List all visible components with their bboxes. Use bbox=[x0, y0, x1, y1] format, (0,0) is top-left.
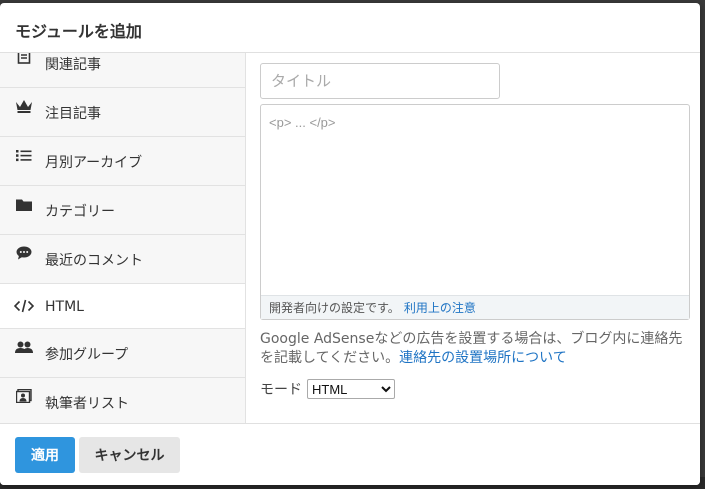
module-form: <p> ... </p> 開発者向けの設定です。 利用上の注意 Google A… bbox=[246, 53, 700, 423]
sidebar-item-featured-articles[interactable]: 注目記事 bbox=[0, 88, 245, 137]
sidebar-item-monthly-archive[interactable]: 月別アーカイブ bbox=[0, 137, 245, 186]
dialog-footer: 適用 キャンセル bbox=[0, 423, 700, 485]
author-list-icon bbox=[14, 386, 34, 406]
editor-footer: 開発者向けの設定です。 利用上の注意 bbox=[261, 295, 689, 319]
list-icon bbox=[14, 145, 34, 165]
code-icon bbox=[14, 296, 34, 316]
dialog-header: モジュールを追加 bbox=[0, 3, 700, 53]
sidebar-item-label: 関連記事 bbox=[45, 57, 101, 73]
folder-icon bbox=[14, 194, 34, 214]
contact-location-link[interactable]: 連絡先の設置場所について bbox=[399, 350, 567, 366]
sidebar-item-label: 最近のコメント bbox=[45, 253, 143, 269]
sidebar-item-label: 月別アーカイブ bbox=[45, 155, 143, 171]
crown-icon bbox=[14, 96, 34, 116]
users-icon bbox=[14, 337, 34, 357]
sidebar-item-recent-comments[interactable]: 最近のコメント bbox=[0, 235, 245, 284]
sidebar-item-label: 注目記事 bbox=[45, 106, 101, 122]
mode-row: モード HTML bbox=[260, 379, 690, 399]
apply-button[interactable]: 適用 bbox=[15, 436, 75, 473]
html-editor[interactable]: <p> ... </p> 開発者向けの設定です。 利用上の注意 bbox=[260, 104, 690, 320]
mode-select[interactable]: HTML bbox=[307, 379, 395, 399]
sidebar-item-label: カテゴリー bbox=[45, 204, 115, 220]
sidebar-item-label: 参加グループ bbox=[45, 347, 129, 363]
sidebar-item-label: HTML bbox=[45, 299, 84, 315]
sidebar-item-label: 執筆者リスト bbox=[45, 396, 129, 412]
comment-icon bbox=[14, 243, 34, 263]
module-list: 関連記事 注目記事 月別アーカイブ カテゴリー 最近のコメント HTML 参加グ… bbox=[0, 53, 245, 423]
sidebar-item-categories[interactable]: カテゴリー bbox=[0, 186, 245, 235]
cancel-button[interactable]: キャンセル bbox=[79, 436, 180, 473]
sidebar-item-author-list[interactable]: 執筆者リスト bbox=[0, 378, 245, 423]
editor-placeholder: <p> ... </p> bbox=[269, 115, 336, 130]
sidebar-item-related-articles[interactable]: 関連記事 bbox=[0, 53, 245, 88]
sidebar-item-joined-groups[interactable]: 参加グループ bbox=[0, 329, 245, 378]
document-icon bbox=[14, 53, 34, 67]
dialog-title: モジュールを追加 bbox=[15, 21, 142, 41]
title-input[interactable] bbox=[260, 63, 500, 99]
sidebar-item-html[interactable]: HTML bbox=[0, 284, 245, 329]
usage-notes-link[interactable]: 利用上の注意 bbox=[404, 299, 476, 316]
add-module-dialog: モジュールを追加 関連記事 注目記事 月別アーカイブ カテゴリー 最近のコメント… bbox=[0, 3, 700, 485]
dialog-body: 関連記事 注目記事 月別アーカイブ カテゴリー 最近のコメント HTML 参加グ… bbox=[0, 53, 700, 423]
adsense-help-text: Google AdSenseなどの広告を設置する場合は、ブログ内に連絡先を記載し… bbox=[260, 330, 690, 368]
developer-note: 開発者向けの設定です。 bbox=[269, 301, 400, 315]
mode-label: モード bbox=[260, 382, 302, 398]
module-sidebar: 関連記事 注目記事 月別アーカイブ カテゴリー 最近のコメント HTML 参加グ… bbox=[0, 53, 246, 423]
